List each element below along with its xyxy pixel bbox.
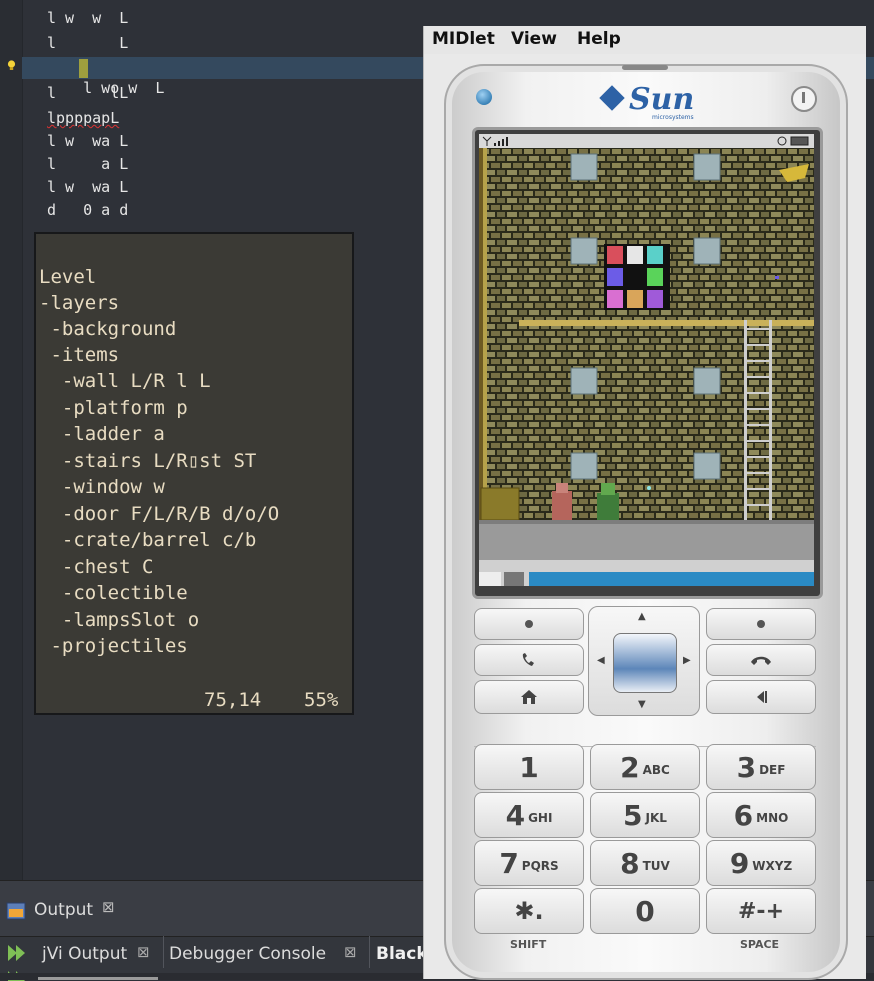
dot-icon <box>525 620 533 628</box>
home-icon <box>521 690 537 704</box>
dpad[interactable]: ▲ ▼ ◀ ▶ <box>588 606 700 716</box>
tree-line: -colectible <box>39 582 188 604</box>
key-2[interactable]: 2 ABC <box>590 744 700 790</box>
right-arrow-icon[interactable]: ▶ <box>683 655 691 666</box>
output-window-icon <box>6 902 26 920</box>
emulator-window[interactable]: MIDlet View Help Sun microsystems ▲ ▼ ◀ … <box>423 26 866 980</box>
battery-icon <box>777 136 809 146</box>
menu-view[interactable]: View <box>511 29 557 49</box>
right-soft-key[interactable] <box>706 608 816 640</box>
rerun-icon[interactable] <box>6 943 28 963</box>
code-line[interactable]: l wo w L <box>47 58 164 97</box>
floor <box>479 520 814 560</box>
power-button[interactable] <box>791 86 817 112</box>
tab-jvi-output[interactable]: jVi Output <box>42 944 127 964</box>
power-icon <box>802 92 805 103</box>
code-line[interactable]: l L <box>47 33 128 53</box>
menu-help[interactable]: Help <box>577 29 621 49</box>
brand-logo: Sun <box>629 82 695 117</box>
back-icon <box>757 691 767 703</box>
code-line[interactable]: l lL <box>47 83 128 103</box>
tree-line: -chest C <box>39 556 154 578</box>
sun-logo-icon <box>599 85 625 111</box>
dot-icon <box>757 620 765 628</box>
phone-screen-frame <box>472 127 823 599</box>
code-line[interactable]: l a L <box>47 154 128 174</box>
tree-line: -crate/barrel c/b <box>39 529 257 551</box>
tree-line: -door F/L/R/B d/o/O <box>39 503 280 525</box>
key-9[interactable]: 9 WXYZ <box>706 840 816 886</box>
lightbulb-icon[interactable] <box>7 60 16 71</box>
home-button[interactable] <box>474 680 584 714</box>
door <box>480 487 520 521</box>
tree-line: -platform p <box>39 397 188 419</box>
cursor-position: 75,14 <box>204 689 262 711</box>
shift-label: SHIFT <box>510 938 547 951</box>
tree-line: -background <box>39 318 177 340</box>
health-bar <box>529 572 814 586</box>
close-icon[interactable]: ⊠ <box>137 943 150 961</box>
key-1[interactable]: 1 <box>474 744 584 790</box>
tree-line: -wall L/R l L <box>39 370 211 392</box>
tree-line: -lampsSlot o <box>39 609 200 631</box>
close-icon[interactable]: ⊠ <box>344 943 357 961</box>
game-screen[interactable] <box>479 134 814 586</box>
key-star[interactable]: ✱. <box>474 888 584 934</box>
dpad-select-button[interactable] <box>613 633 677 693</box>
up-arrow-icon[interactable]: ▲ <box>638 611 646 622</box>
key-6[interactable]: 6 MNO <box>706 792 816 838</box>
space-label: SPACE <box>740 938 780 951</box>
code-line[interactable]: l w wa L <box>47 177 128 197</box>
menu-midlet[interactable]: MIDlet <box>432 29 495 49</box>
scroll-percent: 55% <box>304 689 339 711</box>
emulator-menubar: MIDlet View Help <box>424 26 866 54</box>
game-hud <box>479 560 814 586</box>
tab-debugger-console[interactable]: Debugger Console <box>169 944 326 964</box>
key-0[interactable]: 0 <box>590 888 700 934</box>
hangup-icon <box>751 656 771 665</box>
left-soft-key[interactable] <box>474 608 584 640</box>
back-button[interactable] <box>706 680 816 714</box>
editor-gutter <box>0 0 23 880</box>
phone-skin: Sun microsystems ▲ ▼ ◀ ▶ 1 2 ABC 3 DEF 4… <box>444 64 848 980</box>
phone-call-icon <box>522 653 534 666</box>
signal-icon <box>482 136 508 146</box>
key-3[interactable]: 3 DEF <box>706 744 816 790</box>
key-hash[interactable]: #-+ <box>706 888 816 934</box>
tree-line: -projectiles <box>39 635 188 657</box>
key-5[interactable]: 5 JKL <box>590 792 700 838</box>
stained-window <box>604 244 670 310</box>
brand-sub: microsystems <box>652 114 694 121</box>
key-7[interactable]: 7 PQRS <box>474 840 584 886</box>
key-8[interactable]: 8 TUV <box>590 840 700 886</box>
left-arrow-icon[interactable]: ◀ <box>597 655 605 666</box>
tree-line: -ladder a <box>39 423 165 445</box>
tree-line: -window w <box>39 476 165 498</box>
phone-status-bar <box>479 134 814 148</box>
cursor <box>79 59 88 78</box>
output-tab[interactable]: Output <box>34 900 93 920</box>
code-line[interactable]: lppppapL <box>47 108 119 128</box>
call-button[interactable] <box>474 644 584 676</box>
tree-line: -items <box>39 344 120 366</box>
end-call-button[interactable] <box>706 644 816 676</box>
projectile <box>647 486 651 490</box>
vim-popup-window[interactable]: Level -layers -background -items -wall L… <box>34 232 354 715</box>
close-icon[interactable]: ⊠ <box>102 898 115 916</box>
tree-line: Level <box>39 266 97 288</box>
code-line[interactable]: l w w L <box>47 8 128 28</box>
tree-line: -stairs L/R▯st ST <box>39 450 257 472</box>
tree-line: -layers <box>39 292 120 314</box>
code-line[interactable]: l w wa L <box>47 131 128 151</box>
key-4[interactable]: 4 GHI <box>474 792 584 838</box>
status-led-icon <box>476 89 492 105</box>
down-arrow-icon[interactable]: ▼ <box>638 699 646 710</box>
game-canvas[interactable] <box>479 148 814 560</box>
code-line[interactable]: d 0 a d <box>47 200 128 220</box>
